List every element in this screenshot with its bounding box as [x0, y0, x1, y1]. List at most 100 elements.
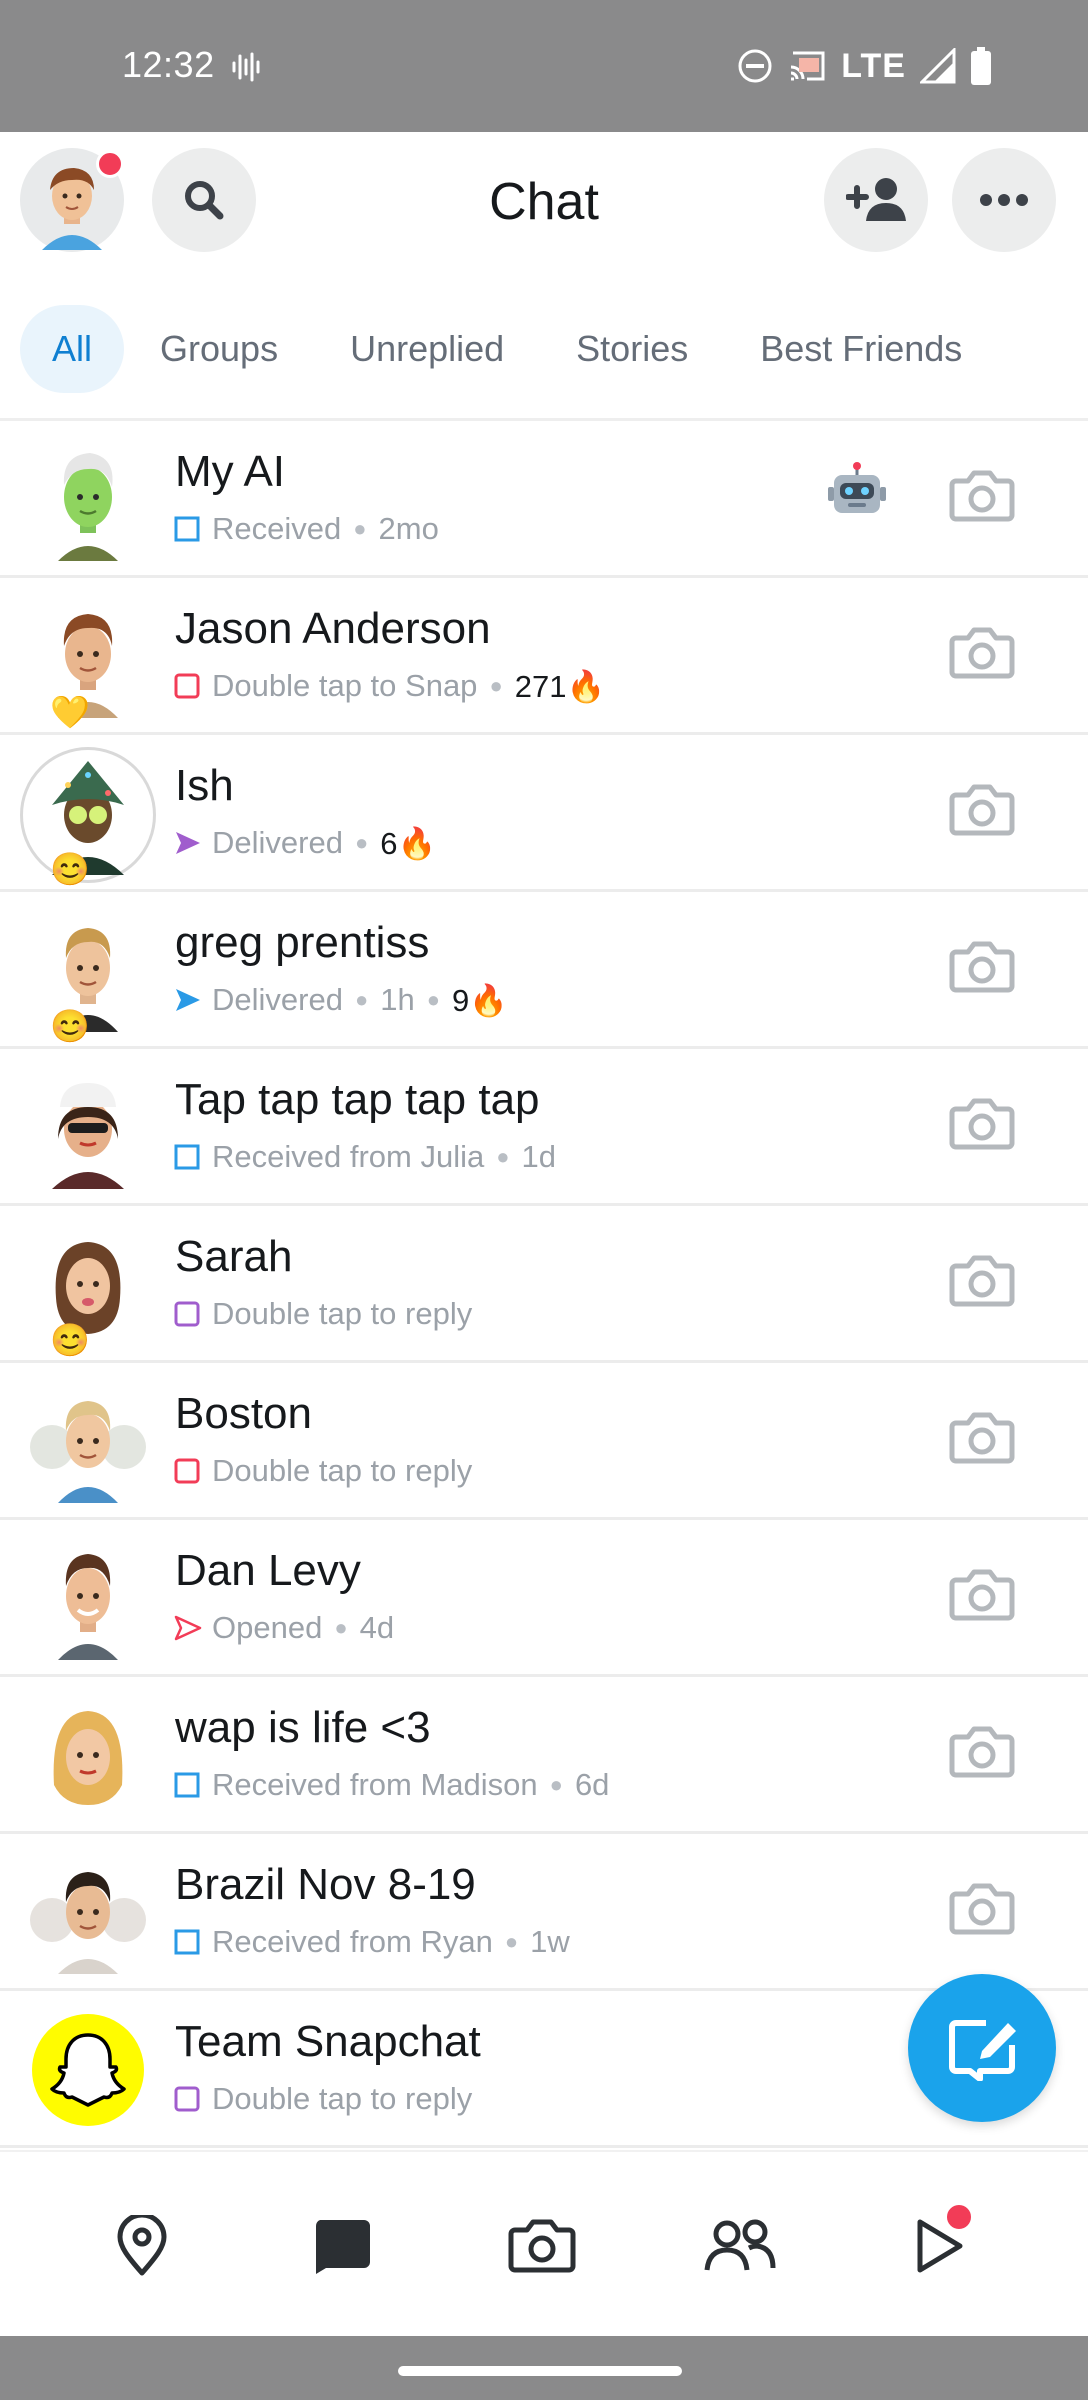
nav-camera[interactable]: [502, 2206, 582, 2286]
chat-row-jason-anderson[interactable]: 💛 Jason Anderson Double tap to Snap ● 27…: [0, 578, 1088, 735]
chat-row-ish[interactable]: 😊 Ish Delivered ● 6🔥: [0, 735, 1088, 892]
status-text: Delivered: [212, 982, 343, 1017]
bitmoji-avatar-icon: [53, 1711, 123, 1805]
reply-snap-icon: [174, 1458, 200, 1484]
group-avatar-icon: [30, 1872, 146, 1974]
camera-icon[interactable]: [946, 459, 1018, 531]
chat-row-sarah[interactable]: 😊 Sarah Double tap to reply: [0, 1206, 1088, 1363]
tab-stories[interactable]: Stories: [544, 305, 720, 393]
chat-name: Ish: [175, 761, 234, 810]
camera-icon: [508, 2219, 576, 2273]
new-chat-icon: [949, 2020, 1016, 2081]
camera-icon[interactable]: [946, 930, 1018, 1002]
separator-dot: ●: [504, 1929, 519, 1954]
chat-name: greg prentiss: [175, 918, 430, 967]
chat-name: My AI: [175, 447, 286, 496]
camera-icon[interactable]: [946, 616, 1018, 688]
reply-video-icon: [174, 2086, 200, 2112]
nav-chat[interactable]: [302, 2206, 382, 2286]
chat-status: Double tap to reply: [172, 2079, 472, 2119]
camera-icon[interactable]: [946, 773, 1018, 845]
chat-name: Sarah: [175, 1232, 293, 1281]
chat-row-greg-prentiss[interactable]: 😊 greg prentiss Delivered ● 1h ● 9🔥: [0, 892, 1088, 1049]
tab-all[interactable]: All: [20, 305, 125, 393]
camera-icon[interactable]: [946, 1401, 1018, 1473]
delivered-video-icon: [176, 832, 200, 854]
status-time: 4d: [359, 1610, 395, 1645]
camera-icon[interactable]: [946, 1244, 1018, 1316]
chat-name: Boston: [175, 1389, 312, 1438]
nav-map[interactable]: [102, 2206, 182, 2286]
robot-icon: [826, 461, 888, 523]
do-not-disturb-icon: [738, 49, 772, 83]
nav-stories[interactable]: [898, 2202, 978, 2286]
status-text: Delivered: [212, 825, 343, 860]
status-text: Double tap to reply: [212, 1453, 473, 1488]
status-time: 1w: [530, 1924, 570, 1959]
chat-status: Opened ● 4d: [172, 1608, 394, 1648]
chat-filter-tabs: All Groups Unreplied Stories Best Friend…: [20, 304, 994, 394]
avatar[interactable]: 😊: [22, 1224, 154, 1358]
reply-video-icon: [174, 1301, 200, 1327]
avatar[interactable]: 😊: [22, 753, 154, 887]
system-gesture-bar: [0, 2336, 1088, 2400]
chat-row-wap-is-life[interactable]: wap is life <3 Received from Madison ● 6…: [0, 1677, 1088, 1834]
home-indicator[interactable]: [398, 2366, 682, 2376]
delivered-chat-icon: [176, 989, 200, 1011]
streak-count: 6🔥: [380, 825, 437, 861]
status-text: Received: [212, 511, 342, 546]
avatar[interactable]: [22, 2009, 154, 2131]
avatar[interactable]: 😊: [22, 910, 154, 1044]
bottom-navigation: [0, 2150, 1088, 2336]
avatar[interactable]: 💛: [22, 596, 154, 730]
chat-list: My AI Received ● 2mo 💛 Jason Anderson Do…: [0, 421, 1088, 2148]
separator-dot: ●: [353, 516, 367, 541]
friends-icon: [704, 2219, 776, 2271]
received-chat-icon: [174, 1772, 200, 1798]
chat-row-my-ai[interactable]: My AI Received ● 2mo: [0, 421, 1088, 578]
cast-icon: [791, 51, 825, 81]
avatar[interactable]: [22, 1538, 154, 1660]
map-icon: [117, 2215, 167, 2276]
status-text: Double tap to reply: [212, 2081, 473, 2116]
nav-friends[interactable]: [700, 2206, 780, 2286]
snapchat-ghost-icon: [32, 2014, 144, 2126]
chat-status: Received from Madison ● 6d: [172, 1765, 609, 1805]
camera-icon[interactable]: [946, 1872, 1018, 1944]
group-avatar-icon: [30, 1401, 146, 1503]
chat-row-tap-tap[interactable]: Tap tap tap tap tap Received from Julia …: [0, 1049, 1088, 1206]
add-friend-button[interactable]: [824, 148, 928, 252]
chat-status: Received ● 2mo: [172, 509, 439, 549]
chat-row-dan-levy[interactable]: Dan Levy Opened ● 4d: [0, 1520, 1088, 1677]
chat-status: Received from Julia ● 1d: [172, 1137, 556, 1177]
opened-snap-icon: [174, 1615, 202, 1641]
received-chat-icon: [174, 1144, 200, 1170]
chat-row-boston[interactable]: Boston Double tap to reply: [0, 1363, 1088, 1520]
my-ai-avatar-icon: [58, 453, 118, 561]
avatar[interactable]: [22, 1381, 154, 1503]
chat-status: Delivered ● 6🔥: [172, 823, 436, 863]
avatar[interactable]: [22, 1695, 154, 1817]
more-options-button[interactable]: [952, 148, 1056, 252]
avatar[interactable]: [22, 1852, 154, 1974]
audio-wave-icon: [232, 52, 260, 82]
bitmoji-avatar-icon: [52, 1083, 124, 1189]
camera-icon[interactable]: [946, 1715, 1018, 1787]
camera-icon[interactable]: [946, 1558, 1018, 1630]
chat-row-brazil[interactable]: Brazil Nov 8-19 Received from Ryan ● 1w: [0, 1834, 1088, 1991]
signal-icon: [920, 48, 956, 84]
new-chat-button[interactable]: [908, 1974, 1056, 2122]
tab-best-friends[interactable]: Best Friends: [728, 305, 994, 393]
chat-header: Chat: [0, 132, 1088, 272]
avatar[interactable]: [22, 1067, 154, 1189]
tab-groups[interactable]: Groups: [132, 305, 310, 393]
separator-dot: ●: [426, 987, 441, 1012]
friend-emoji: 💛: [50, 694, 90, 730]
friend-emoji: 😊: [50, 851, 90, 887]
tab-unreplied[interactable]: Unreplied: [318, 305, 536, 393]
chat-status: Double tap to reply: [172, 1294, 472, 1334]
camera-icon[interactable]: [946, 1087, 1018, 1159]
avatar[interactable]: [22, 439, 154, 561]
streak-count: 271🔥: [514, 668, 606, 704]
network-type: LTE: [841, 46, 906, 85]
